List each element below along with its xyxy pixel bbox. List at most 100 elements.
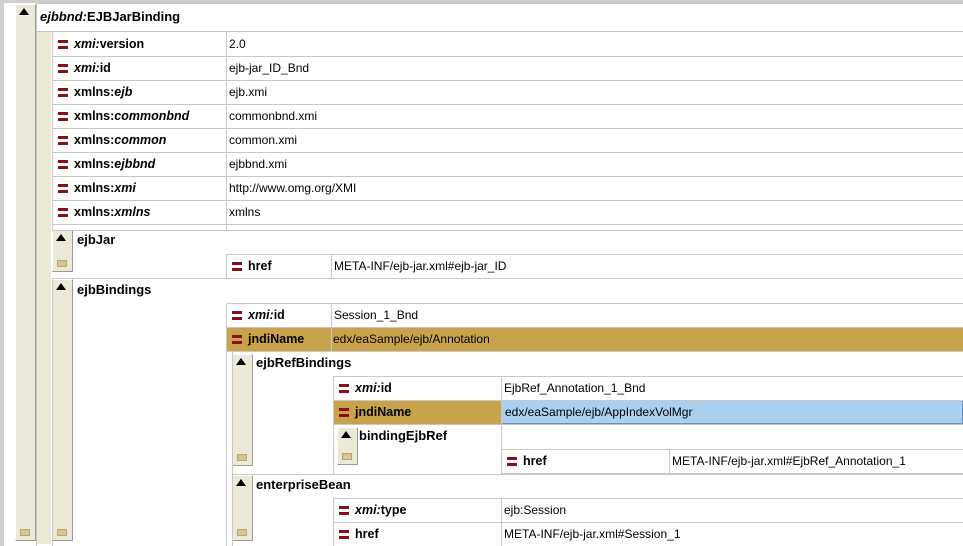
ejbjar-href-label: href	[226, 254, 331, 278]
enterprisebean-xmi-type-label: xmi:type	[333, 498, 501, 522]
ejbbindings-collapse-button[interactable]	[52, 279, 73, 541]
root-attr-value[interactable]: xmlns	[226, 200, 963, 224]
attribute-icon	[232, 335, 242, 345]
enterprisebean-collapse-button[interactable]	[232, 475, 253, 541]
grid-hline	[52, 104, 963, 105]
grid-hline	[226, 327, 963, 328]
grid-hline	[226, 254, 963, 255]
ejbbindings-label: ejbBindings	[77, 282, 152, 297]
root-attr-value[interactable]: ejbbnd.xmi	[226, 152, 963, 176]
ejbrefbindings-xmi-id-value[interactable]: EjbRef_Annotation_1_Bnd	[501, 376, 963, 400]
grid-hline	[52, 56, 963, 57]
collapse-bar-icon	[237, 454, 247, 461]
root-attr-label: xmi:version	[52, 32, 226, 56]
ejbjar-href-value[interactable]: META-INF/ejb-jar.xml#ejb-jar_ID	[331, 254, 963, 278]
grid-vline	[232, 351, 233, 546]
collapse-triangle-icon	[56, 234, 66, 241]
ejbbindings-jndiname-value[interactable]: edx/eaSample/ejb/Annotation	[331, 327, 931, 351]
grid-vline	[333, 376, 334, 474]
collapse-bar-icon	[57, 260, 67, 267]
root-gutter	[36, 32, 51, 544]
grid-hline	[232, 474, 963, 475]
collapse-bar-icon	[237, 529, 247, 536]
ejbbindings-xmi-id-label: xmi:id	[226, 303, 331, 327]
grid-hline	[333, 424, 963, 425]
ejbbindings-xmi-id-value[interactable]: Session_1_Bnd	[331, 303, 963, 327]
root-attr-label: xmlns:commonbnd	[52, 104, 226, 128]
bindingejbref-href-value[interactable]: META-INF/ejb-jar.xml#EjbRef_Annotation_1	[669, 449, 957, 473]
grid-hline	[52, 152, 963, 153]
grid-vline	[669, 449, 670, 473]
root-attr-label: xmlns:ejbbnd	[52, 152, 226, 176]
ejbrefbindings-jndiname-label: jndiName	[333, 400, 501, 424]
ejbrefbindings-jndiname-value[interactable]: edx/eaSample/ejb/AppIndexVolMgr	[501, 400, 963, 424]
grid-hline	[226, 303, 963, 304]
bindingejbref-collapse-button[interactable]	[337, 427, 358, 465]
ejbjar-collapse-button[interactable]	[52, 230, 73, 272]
root-attr-value[interactable]: commonbnd.xmi	[226, 104, 963, 128]
collapse-triangle-icon	[236, 358, 246, 365]
attribute-icon	[58, 88, 68, 98]
grid-vline	[333, 498, 334, 546]
enterprisebean-xmi-type-value[interactable]: ejb:Session	[501, 498, 963, 522]
grid-hline	[52, 200, 963, 201]
root-attr-label: xmi:id	[52, 56, 226, 80]
grid-vline	[226, 31, 227, 230]
collapse-triangle-icon	[56, 283, 66, 290]
grid-vline	[52, 278, 53, 546]
grid-hline	[52, 278, 963, 279]
root-attr-value[interactable]: ejb-jar_ID_Bnd	[226, 56, 963, 80]
grid-hline	[333, 400, 963, 401]
grid-vline	[226, 254, 227, 278]
attribute-icon	[232, 311, 242, 321]
grid-hline	[333, 498, 963, 499]
grid-hline	[36, 3, 963, 4]
grid-hline	[36, 31, 963, 32]
grid-hline	[52, 128, 963, 129]
attribute-icon	[58, 160, 68, 170]
enterprisebean-href-value[interactable]: META-INF/ejb-jar.xml#Session_1	[501, 522, 963, 546]
grid-vline	[36, 3, 37, 546]
enterprisebean-href-label: href	[333, 522, 501, 546]
collapse-triangle-icon	[341, 431, 351, 438]
bindingejbref-href-label: href	[501, 449, 669, 473]
root-attr-label: xmlns:common	[52, 128, 226, 152]
attribute-icon	[232, 262, 242, 272]
collapse-triangle-icon	[236, 479, 246, 486]
grid-vline	[331, 303, 332, 351]
grid-vline	[501, 498, 502, 546]
collapse-bar-icon	[342, 453, 352, 460]
root-attr-label: xmlns:xmi	[52, 176, 226, 200]
grid-vline	[331, 254, 332, 278]
root-attr-value[interactable]: 2.0	[226, 32, 963, 56]
attribute-icon	[58, 136, 68, 146]
grid-hline	[52, 176, 963, 177]
root-prefix: ejbbnd:	[40, 9, 87, 24]
attribute-icon	[339, 408, 349, 418]
grid-vline	[501, 449, 502, 473]
attribute-icon	[507, 457, 517, 467]
attribute-icon	[339, 530, 349, 540]
grid-hline	[501, 449, 963, 450]
grid-hline	[52, 224, 963, 225]
root-name: EJBJarBinding	[86, 9, 181, 24]
attribute-icon	[339, 384, 349, 394]
root-attr-value[interactable]: http://www.omg.org/XMI	[226, 176, 963, 200]
grid-hline	[52, 230, 963, 231]
attribute-icon	[58, 40, 68, 50]
attribute-icon	[58, 184, 68, 194]
collapse-triangle-icon	[19, 8, 29, 15]
root-attr-value[interactable]: ejb.xmi	[226, 80, 963, 104]
window-left-edge	[0, 0, 4, 546]
root-attr-value[interactable]: common.xmi	[226, 128, 963, 152]
attribute-icon	[58, 64, 68, 74]
ejbrefbindings-collapse-button[interactable]	[232, 354, 253, 466]
collapse-bar-icon	[57, 529, 67, 536]
root-element-name: ejbbnd:EJBJarBinding	[40, 6, 180, 28]
attribute-icon	[58, 112, 68, 122]
enterprisebean-label: enterpriseBean	[256, 477, 351, 492]
root-collapse-button[interactable]	[15, 4, 36, 541]
ejbjar-label: ejbJar	[77, 232, 116, 247]
grid-hline	[333, 376, 963, 377]
ejbrefbindings-label: ejbRefBindings	[256, 355, 352, 370]
